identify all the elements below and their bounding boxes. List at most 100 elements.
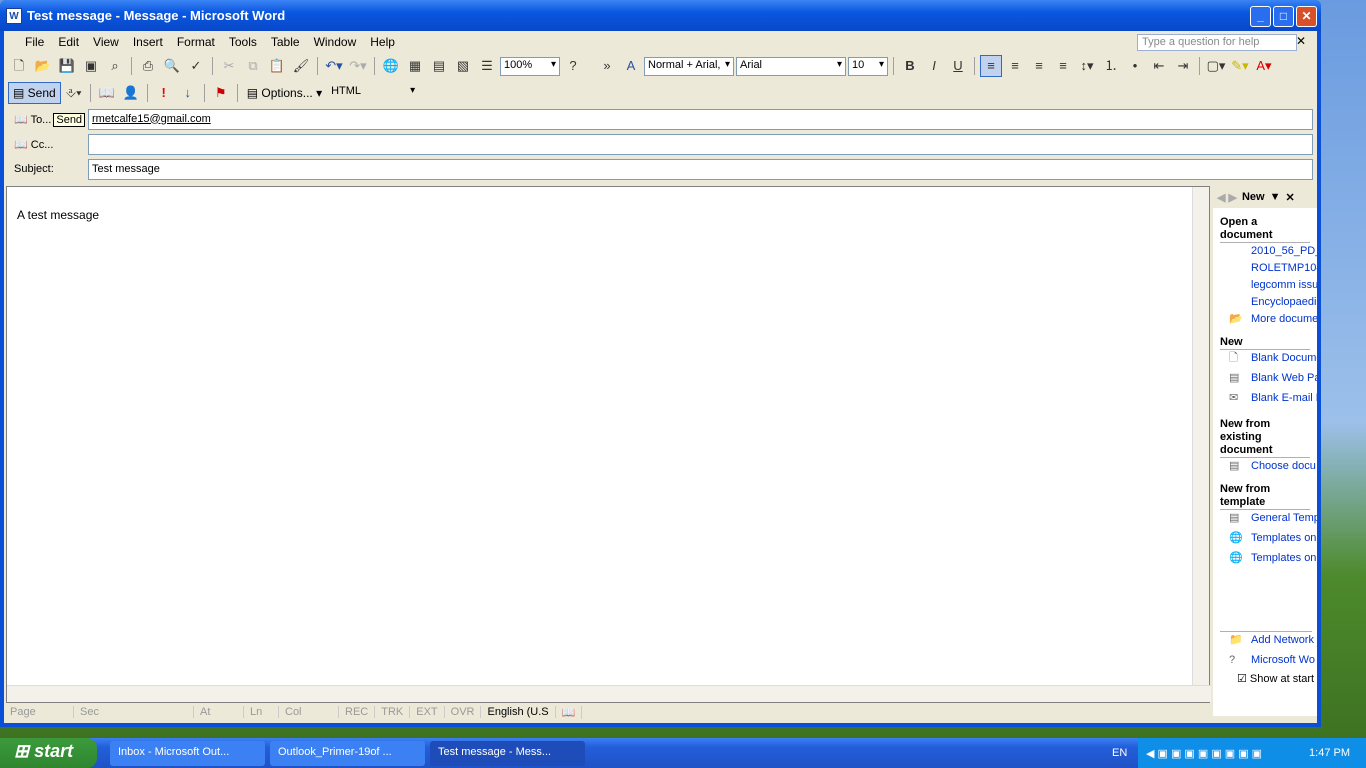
templates-website-link[interactable]: 🌐 Templates on [1229,530,1317,550]
print-icon[interactable]: ⎙ [137,55,159,77]
menu-help[interactable]: Help [363,35,402,49]
bold-icon[interactable]: B [899,55,921,77]
templates-online-link[interactable]: 🌐 Templates on [1229,550,1317,570]
show-at-startup-checkbox[interactable]: ☑ Show at start [1237,672,1314,685]
blank-email-link[interactable]: ✉Blank E-mail M [1229,390,1317,410]
italic-icon[interactable]: I [923,55,945,77]
help-icon[interactable]: ? [562,55,584,77]
insert-table-icon[interactable]: ▤ [428,55,450,77]
spelling-icon[interactable]: ✓ [185,55,207,77]
decrease-indent-icon[interactable]: ⇤ [1148,55,1170,77]
new-icon[interactable]: 🗋 [8,55,30,77]
align-left-icon[interactable]: ≡ [980,55,1002,77]
cc-field[interactable] [88,133,1313,155]
research-icon[interactable]: ⌕ [104,55,126,77]
blank-document-link[interactable]: 🗋 Blank Docume [1229,350,1317,370]
language-indicator[interactable]: EN [1112,747,1127,759]
horizontal-scrollbar[interactable] [7,685,1211,702]
task-pane-title[interactable]: New [1242,191,1265,203]
menu-view[interactable]: View [86,35,126,49]
font-select[interactable]: Arial [736,56,846,76]
subject-field[interactable]: Test message [88,158,1313,180]
menu-format[interactable]: Format [170,35,222,49]
low-importance-icon[interactable]: ↓ [177,82,199,104]
message-body[interactable]: A test message [6,186,1211,703]
menu-edit[interactable]: Edit [51,35,86,49]
word-icon: W [6,7,22,24]
add-network-place-link[interactable]: 📁 Add Network [1229,632,1314,652]
bullets-icon[interactable]: • [1124,55,1146,77]
address-book-icon[interactable]: 📖 [96,82,118,104]
print-preview-icon[interactable]: 🔍 [161,55,183,77]
numbering-icon[interactable]: ⒈ [1100,55,1122,77]
body-text[interactable]: A test message [17,208,99,222]
hyperlink-icon[interactable]: 🌐 [380,55,402,77]
attach-icon[interactable]: ⎀▾ [63,82,85,104]
taskbar-item-message[interactable]: Test message - Mess... [430,741,585,766]
tables-borders-icon[interactable]: ▦ [404,55,426,77]
blank-web-page-link[interactable]: ▤ Blank Web Pa [1229,370,1317,390]
maximize-button[interactable]: □ [1273,6,1294,27]
to-field[interactable]: rmetcalfe15@gmail.com [88,108,1313,130]
highlight-icon[interactable]: ✎▾ [1229,55,1251,77]
minimize-button[interactable]: _ [1250,6,1271,27]
close-button[interactable]: ✕ [1296,6,1317,27]
microsoft-online-link[interactable]: ? Microsoft Wo [1229,652,1315,672]
insert-excel-icon[interactable]: ▧ [452,55,474,77]
cut-icon[interactable]: ✂ [218,55,240,77]
taskbar-item-pdf[interactable]: Outlook_Primer-19of ... [270,741,425,766]
options-button[interactable]: ▤ Options... ▾ [243,86,326,100]
toolbar-options-icon[interactable]: » [596,55,618,77]
vertical-scrollbar[interactable] [1192,187,1209,685]
styles-icon[interactable]: A [620,55,642,77]
cc-button[interactable]: 📖 Cc... [8,138,88,151]
start-button[interactable]: ⊞ start [0,738,97,768]
spelling-status-icon[interactable]: 📖 [556,705,583,719]
check-names-icon[interactable]: 👤 [120,82,142,104]
align-center-icon[interactable]: ≡ [1004,55,1026,77]
permission-icon[interactable]: ▣ [80,55,102,77]
taskbar-item-inbox[interactable]: Inbox - Microsoft Out... [110,741,265,766]
format-painter-icon[interactable]: 🖌 [290,55,312,77]
undo-icon[interactable]: ↶▾ [323,55,345,77]
more-documents-link[interactable]: 📂 More docume [1229,311,1317,328]
menu-window[interactable]: Window [307,35,364,49]
menu-file[interactable]: File [18,35,51,49]
send-button[interactable]: ▤ Send [8,82,61,104]
recent-doc[interactable]: ROLETMP104 [1251,260,1317,277]
save-icon[interactable]: 💾 [56,55,78,77]
format-select[interactable]: HTML [328,84,418,103]
flag-icon[interactable]: ⚑ [210,82,232,104]
high-importance-icon[interactable]: ! [153,82,175,104]
redo-icon[interactable]: ↷▾ [347,55,369,77]
align-right-icon[interactable]: ≡ [1028,55,1050,77]
menu-table[interactable]: Table [264,35,307,49]
menu-insert[interactable]: Insert [126,35,170,49]
to-button[interactable]: 📖 To... Send [8,112,88,127]
globe-icon: 🌐 [1229,532,1243,544]
paste-icon[interactable]: 📋 [266,55,288,77]
choose-document-link[interactable]: ▤ Choose docu [1229,458,1317,475]
menu-tools[interactable]: Tools [222,35,264,49]
increase-indent-icon[interactable]: ⇥ [1172,55,1194,77]
general-templates-link[interactable]: ▤ General Temp [1229,510,1317,530]
zoom-select[interactable]: 100% [500,56,560,76]
copy-icon[interactable]: ⧉ [242,55,264,77]
help-search-input[interactable]: Type a question for help [1137,34,1297,51]
recent-doc[interactable]: 2010_56_PD_ [1251,243,1317,260]
task-pane-close-icon[interactable]: ✕ [1286,191,1295,204]
line-spacing-icon[interactable]: ↕▾ [1076,55,1098,77]
recent-doc[interactable]: legcomm issu [1251,277,1317,294]
underline-icon[interactable]: U [947,55,969,77]
columns-icon[interactable]: ☰ [476,55,498,77]
open-icon[interactable]: 📂 [32,55,54,77]
tray-icons[interactable]: ◀ ▣ ▣ ▣ ▣ ▣ ▣ ▣ ▣ [1146,748,1262,760]
close-doc-icon[interactable]: ✕ [1289,34,1313,48]
recent-doc[interactable]: Encyclopaedi [1251,294,1317,311]
font-color-icon[interactable]: A▾ [1253,55,1275,77]
title-bar: W Test message - Message - Microsoft Wor… [0,0,1321,31]
font-size-select[interactable]: 10 [848,56,888,76]
borders-icon[interactable]: ▢▾ [1205,55,1227,77]
justify-icon[interactable]: ≡ [1052,55,1074,77]
style-select[interactable]: Normal + Arial, [644,56,734,76]
